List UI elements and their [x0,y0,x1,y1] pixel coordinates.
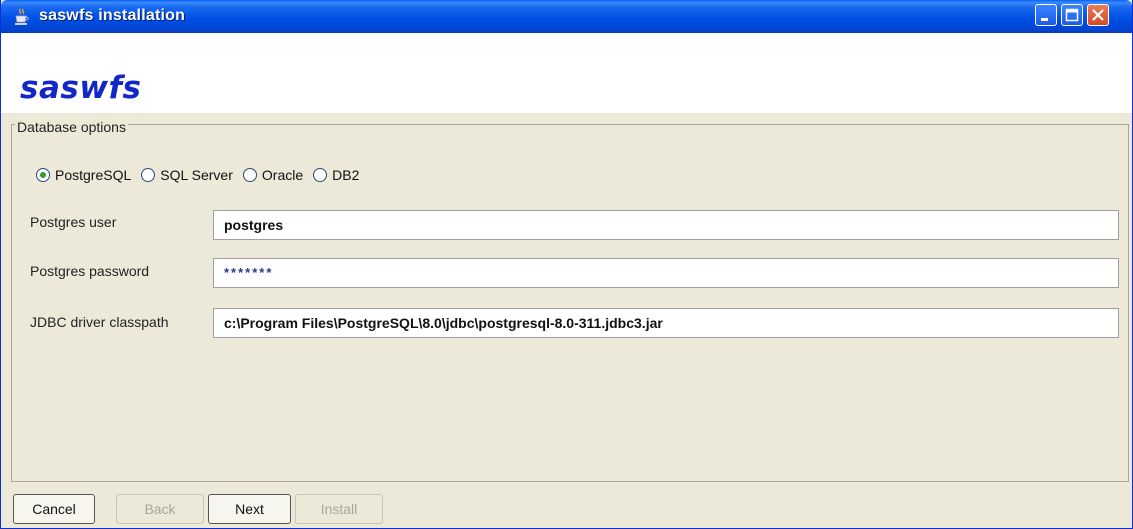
next-button[interactable]: Next [208,494,291,524]
postgres-password-field[interactable]: ******* [213,258,1119,288]
back-button[interactable]: Back [116,494,204,524]
radio-unselected-icon [313,168,328,182]
minimize-icon [1041,18,1048,21]
close-icon [1092,9,1104,21]
postgres-user-label: Postgres user [30,214,117,230]
radio-db2[interactable]: DB2 [313,167,359,183]
database-type-radio-group: PostgreSQL SQL Server Oracle DB2 [36,164,369,186]
jdbc-classpath-label: JDBC driver classpath [30,314,169,330]
header-banner [1,33,1132,113]
radio-label-postgresql: PostgreSQL [55,167,132,183]
java-cup-icon [14,8,30,26]
jdbc-classpath-field[interactable]: c:\Program Files\PostgreSQL\8.0\jdbc\pos… [213,308,1119,338]
radio-postgresql[interactable]: PostgreSQL [36,167,131,183]
radio-oracle[interactable]: Oracle [242,167,304,183]
radio-selected-icon [36,168,50,182]
postgres-user-field[interactable]: postgres [213,210,1119,240]
radio-sql-server[interactable]: SQL Server [141,167,233,183]
title-bar[interactable]: saswfs installation [1,0,1132,33]
database-options-legend: Database options [15,119,128,135]
installer-window: saswfs installation saswfs Database opti… [0,0,1133,529]
minimize-button[interactable] [1035,4,1057,26]
maximize-button[interactable] [1061,4,1083,26]
app-logo: saswfs [20,70,142,106]
radio-label-db2: DB2 [332,167,360,183]
cancel-button[interactable]: Cancel [13,494,95,524]
maximize-icon [1065,8,1079,22]
radio-unselected-icon [141,168,156,182]
window-title: saswfs installation [39,7,186,24]
radio-unselected-icon [242,168,257,182]
postgres-password-label: Postgres password [30,263,150,279]
radio-label-oracle: Oracle [261,167,304,183]
radio-label-sql-server: SQL Server [160,167,233,183]
install-button[interactable]: Install [295,494,383,524]
close-button[interactable] [1087,4,1109,26]
